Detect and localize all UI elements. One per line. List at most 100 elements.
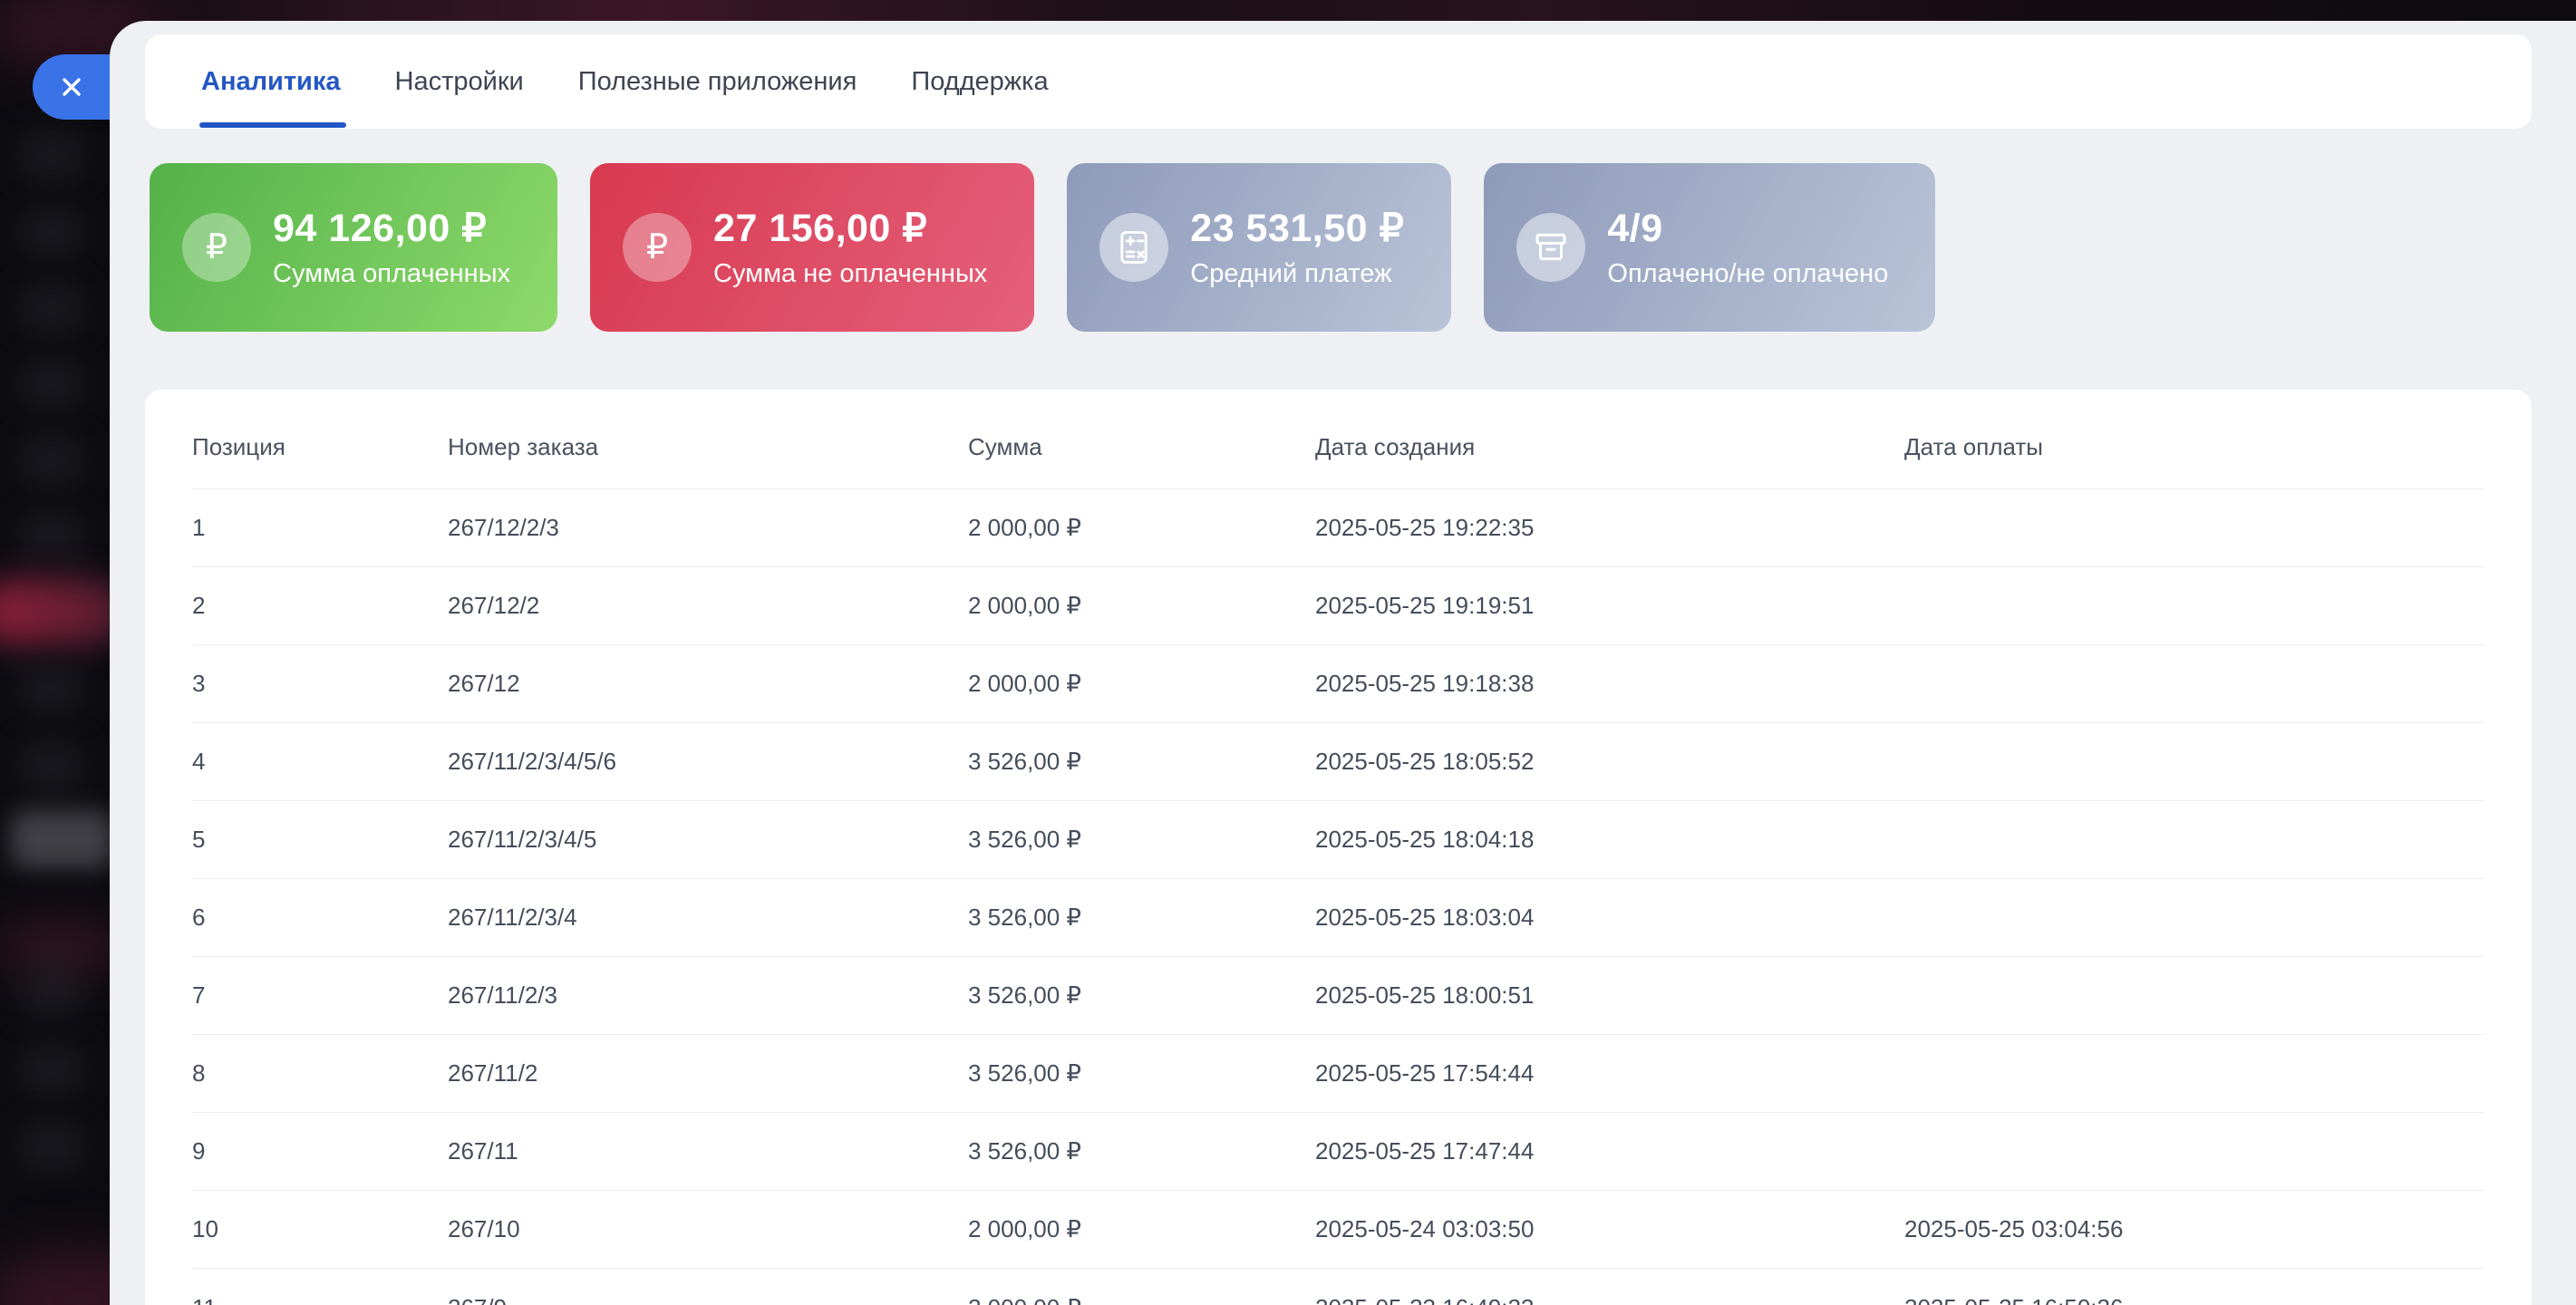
stat-cards: ₽94 126,00 ₽ Сумма оплаченных ₽27 156,00 ₽… (150, 163, 1935, 332)
blurred-sidebar-item (20, 207, 83, 257)
cell-created-at: 2025-05-25 19:19:51 (1315, 592, 1904, 620)
tab-useful-apps[interactable]: Полезные приложения (578, 34, 857, 129)
column-header: Позиция (192, 433, 448, 461)
blurred-sidebar-highlight (0, 578, 123, 645)
table-row: 10267/102 000,00 ₽2025-05-24 03:03:50202… (192, 1191, 2484, 1269)
column-header: Номер заказа (448, 433, 968, 461)
cell-position: 10 (192, 1215, 448, 1243)
table-row: 8267/11/23 526,00 ₽2025-05-25 17:54:44 (192, 1035, 2484, 1113)
cell-position: 2 (192, 592, 448, 620)
cell-created-at: 2025-05-25 18:00:51 (1315, 981, 1904, 1010)
background-top-strip (110, 0, 2576, 22)
table-row: 9267/113 526,00 ₽2025-05-25 17:47:44 (192, 1113, 2484, 1191)
stat-value: 94 126,00 ₽ (273, 206, 510, 251)
cell-order-number: 267/10 (448, 1215, 968, 1243)
cell-order-number: 267/12/2/3 (448, 514, 968, 542)
cell-amount: 3 526,00 ₽ (968, 1137, 1315, 1165)
cell-amount: 2 000,00 ₽ (968, 592, 1315, 620)
cell-position: 6 (192, 904, 448, 932)
stat-value: 4/9 (1607, 207, 1888, 251)
blurred-sidebar-item (20, 967, 83, 1018)
cell-order-number: 267/11/2/3/4/5/6 (448, 748, 968, 776)
table-row: 3267/122 000,00 ₽2025-05-25 19:18:38 (192, 645, 2484, 723)
stat-label: Средний платеж (1190, 259, 1404, 289)
cell-order-number: 267/11/2/3 (448, 981, 968, 1010)
cell-amount: 2 000,00 ₽ (968, 514, 1315, 542)
cell-created-at: 2025-05-25 17:47:44 (1315, 1137, 1904, 1165)
stat-value: 27 156,00 ₽ (713, 206, 987, 251)
table-row: 4267/11/2/3/4/5/63 526,00 ₽2025-05-25 18… (192, 723, 2484, 801)
blurred-sidebar-item (20, 511, 83, 562)
ruble-icon: ₽ (182, 213, 251, 282)
column-header: Дата оплаты (1904, 433, 2484, 461)
cell-order-number: 267/12/2 (448, 592, 968, 620)
stat-card-unpaid-sum: ₽27 156,00 ₽ Сумма не оплаченных (590, 163, 1034, 332)
stat-value: 23 531,50 ₽ (1190, 206, 1404, 251)
cell-paid-at: 2025-05-25 16:50:26 (1904, 1294, 2484, 1305)
cell-position: 1 (192, 514, 448, 542)
cell-order-number: 267/11 (448, 1137, 968, 1165)
blurred-sidebar-item (20, 130, 83, 181)
cell-position: 7 (192, 981, 448, 1010)
cell-amount: 3 526,00 ₽ (968, 1059, 1315, 1088)
tab-bar: Аналитика Настройки Полезные приложения Под… (145, 34, 2532, 129)
cell-order-number: 267/12 (448, 670, 968, 698)
tab-support[interactable]: Поддержка (911, 34, 1048, 129)
active-tab-underline (199, 122, 346, 128)
blurred-sidebar-active-item (11, 810, 112, 868)
blurred-sidebar-item (20, 435, 83, 486)
cell-created-at: 2025-05-25 18:03:04 (1315, 904, 1904, 932)
cell-position: 3 (192, 670, 448, 698)
modal-close-button[interactable] (33, 54, 118, 120)
cell-created-at: 2025-05-24 03:03:50 (1315, 1215, 1904, 1243)
table-row: 11267/92 000,00 ₽2025-05-23 16:49:232025… (192, 1269, 2484, 1305)
cell-amount: 3 526,00 ₽ (968, 826, 1315, 854)
cell-amount: 3 526,00 ₽ (968, 904, 1315, 932)
ruble-icon: ₽ (623, 213, 692, 282)
blurred-sidebar-glow (0, 923, 127, 972)
table-row: 7267/11/2/33 526,00 ₽2025-05-25 18:00:51 (192, 957, 2484, 1035)
cell-amount: 3 526,00 ₽ (968, 981, 1315, 1010)
stat-card-paid-ratio: 4/9 Оплачено/не оплачено (1484, 163, 1935, 332)
blurred-sidebar-item (20, 740, 83, 791)
tab-analytics[interactable]: Аналитика (201, 34, 341, 129)
stat-label: Сумма оплаченных (273, 259, 510, 289)
blurred-sidebar-item (20, 663, 83, 714)
archive-box-icon (1516, 213, 1585, 282)
stat-label: Оплачено/не оплачено (1607, 259, 1888, 289)
stat-label: Сумма не оплаченных (713, 259, 987, 289)
cell-paid-at: 2025-05-25 03:04:56 (1904, 1215, 2484, 1243)
analytics-modal: Аналитика Настройки Полезные приложения Под… (110, 21, 2576, 1305)
cell-position: 8 (192, 1059, 448, 1088)
cell-order-number: 267/11/2 (448, 1059, 968, 1088)
cell-created-at: 2025-05-25 17:54:44 (1315, 1059, 1904, 1088)
column-header: Сумма (968, 433, 1315, 461)
table-body: 1267/12/2/32 000,00 ₽2025-05-25 19:22:35… (192, 489, 2484, 1305)
table-row: 5267/11/2/3/4/53 526,00 ₽2025-05-25 18:0… (192, 801, 2484, 879)
table-header-row: ПозицияНомер заказаСуммаДата созданияДат… (192, 390, 2484, 489)
close-icon (57, 72, 86, 102)
cell-amount: 3 526,00 ₽ (968, 748, 1315, 776)
cell-created-at: 2025-05-25 18:05:52 (1315, 748, 1904, 776)
blurred-sidebar-item (20, 359, 83, 410)
cell-order-number: 267/11/2/3/4/5 (448, 826, 968, 854)
table-row: 1267/12/2/32 000,00 ₽2025-05-25 19:22:35 (192, 489, 2484, 567)
cell-position: 4 (192, 748, 448, 776)
blurred-sidebar-item (20, 283, 83, 334)
blurred-sidebar-item (20, 1121, 83, 1172)
tab-settings[interactable]: Настройки (395, 34, 524, 129)
blurred-sidebar-item (20, 1044, 83, 1095)
cell-created-at: 2025-05-25 19:22:35 (1315, 514, 1904, 542)
table-row: 2267/12/22 000,00 ₽2025-05-25 19:19:51 (192, 567, 2484, 645)
cell-amount: 2 000,00 ₽ (968, 670, 1315, 698)
cell-order-number: 267/9 (448, 1294, 968, 1305)
cell-created-at: 2025-05-23 16:49:23 (1315, 1294, 1904, 1305)
calculator-icon (1099, 213, 1168, 282)
cell-position: 9 (192, 1137, 448, 1165)
orders-table: ПозицияНомер заказаСуммаДата созданияДат… (145, 390, 2532, 1305)
cell-amount: 2 000,00 ₽ (968, 1294, 1315, 1305)
cell-amount: 2 000,00 ₽ (968, 1215, 1315, 1243)
cell-created-at: 2025-05-25 18:04:18 (1315, 826, 1904, 854)
cell-order-number: 267/11/2/3/4 (448, 904, 968, 932)
stat-card-paid-sum: ₽94 126,00 ₽ Сумма оплаченных (150, 163, 557, 332)
